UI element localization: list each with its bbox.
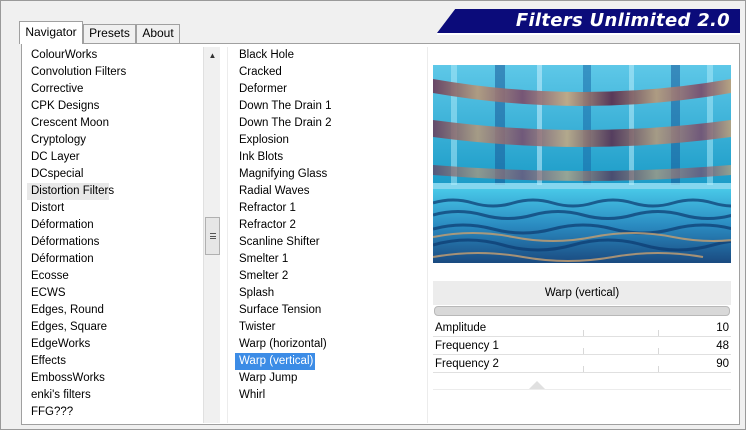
param-label: Frequency 1	[435, 340, 499, 352]
filter-item[interactable]: Warp (horizontal)	[235, 336, 423, 353]
filter-item[interactable]: Whirl	[235, 387, 423, 404]
grip-icon	[210, 233, 216, 239]
category-item[interactable]: enki's filters	[27, 387, 203, 404]
category-item[interactable]: EmbossWorks	[27, 370, 203, 387]
category-item[interactable]: ColourWorks	[27, 47, 203, 64]
category-item[interactable]: DCspecial	[27, 166, 203, 183]
scroll-up-icon[interactable]: ▲	[204, 47, 221, 64]
filter-item[interactable]: Warp Jump	[235, 370, 423, 387]
filter-item[interactable]: Refractor 1	[235, 200, 423, 217]
filter-item[interactable]: Radial Waves	[235, 183, 423, 200]
filter-item[interactable]: Ink Blots	[235, 149, 423, 166]
filter-item[interactable]: Down The Drain 2	[235, 115, 423, 132]
param-label: Frequency 2	[435, 358, 499, 370]
filter-item[interactable]: Refractor 2	[235, 217, 423, 234]
category-item[interactable]: Distort	[27, 200, 203, 217]
filter-item[interactable]: Down The Drain 1	[235, 98, 423, 115]
banner-underline	[437, 33, 740, 35]
filter-item[interactable]: Twister	[235, 319, 423, 336]
scroll-thumb[interactable]	[205, 217, 220, 255]
filter-item[interactable]: Splash	[235, 285, 423, 302]
filter-item[interactable]: Warp (vertical)	[235, 353, 315, 370]
list-divider-right	[427, 47, 428, 423]
title-banner: Filters Unlimited 2.0	[437, 9, 740, 33]
param-value[interactable]: 48	[716, 337, 729, 355]
param-value[interactable]: 90	[716, 355, 729, 373]
tab-navigator[interactable]: Navigator	[19, 21, 83, 44]
category-item[interactable]: Cryptology	[27, 132, 203, 149]
tab-presets[interactable]: Presets	[83, 24, 136, 43]
parameter-panel: Amplitude 10 Frequency 1 48 Frequency 2 …	[433, 319, 731, 373]
category-item[interactable]: CPK Designs	[27, 98, 203, 115]
tab-about[interactable]: About	[136, 24, 180, 43]
param-label: Amplitude	[435, 322, 487, 334]
category-list[interactable]: ColourWorks Convolution Filters Corrective…	[27, 47, 203, 421]
filter-item[interactable]: Explosion	[235, 132, 423, 149]
category-item[interactable]: EdgeWorks	[27, 336, 203, 353]
plugin-window: Filters Unlimited 2.0 Navigator Presets …	[0, 0, 746, 430]
category-item[interactable]: ECWS	[27, 285, 203, 302]
category-item[interactable]: Déformations	[27, 234, 203, 251]
filter-item[interactable]: Scanline Shifter	[235, 234, 423, 251]
list-divider	[227, 47, 228, 423]
category-item[interactable]: Crescent Moon	[27, 115, 203, 132]
param-value[interactable]: 10	[716, 319, 729, 337]
category-item[interactable]: Corrective	[27, 81, 203, 98]
category-item[interactable]: Ecosse	[27, 268, 203, 285]
category-item[interactable]: Déformation	[27, 217, 203, 234]
filter-item[interactable]: Deformer	[235, 81, 423, 98]
param-frequency-2[interactable]: Frequency 2 90	[433, 355, 731, 373]
filter-item[interactable]: Smelter 2	[235, 268, 423, 285]
category-item[interactable]: FFG???	[27, 404, 203, 421]
filter-item[interactable]: Magnifying Glass	[235, 166, 423, 183]
category-item[interactable]: Edges, Round	[27, 302, 203, 319]
param-frequency-1[interactable]: Frequency 1 48	[433, 337, 731, 355]
category-item[interactable]: Convolution Filters	[27, 64, 203, 81]
category-item[interactable]: Edges, Square	[27, 319, 203, 336]
filter-list[interactable]: Black Hole Cracked Deformer Down The Drain …	[235, 47, 423, 404]
category-item[interactable]: Déformation	[27, 251, 203, 268]
preview-image	[433, 65, 731, 263]
param-slider-track[interactable]	[433, 372, 731, 373]
filter-item[interactable]: Cracked	[235, 64, 423, 81]
filter-name-label: Warp (vertical)	[433, 281, 731, 305]
category-item[interactable]: Effects	[27, 353, 203, 370]
filter-item[interactable]: Black Hole	[235, 47, 423, 64]
app-title: Filters Unlimited 2.0	[515, 10, 730, 31]
param-amplitude[interactable]: Amplitude 10	[433, 319, 731, 337]
filter-progress-bar	[434, 306, 730, 316]
filter-item[interactable]: Surface Tension	[235, 302, 423, 319]
effect-preview	[433, 65, 731, 263]
category-item[interactable]: DC Layer	[27, 149, 203, 166]
slider-knob[interactable]	[529, 381, 545, 389]
category-scrollbar[interactable]: ▲	[203, 47, 220, 423]
parameter-empty-slot	[433, 389, 731, 411]
category-item[interactable]: Distortion Filters	[27, 183, 114, 200]
filter-item[interactable]: Smelter 1	[235, 251, 423, 268]
